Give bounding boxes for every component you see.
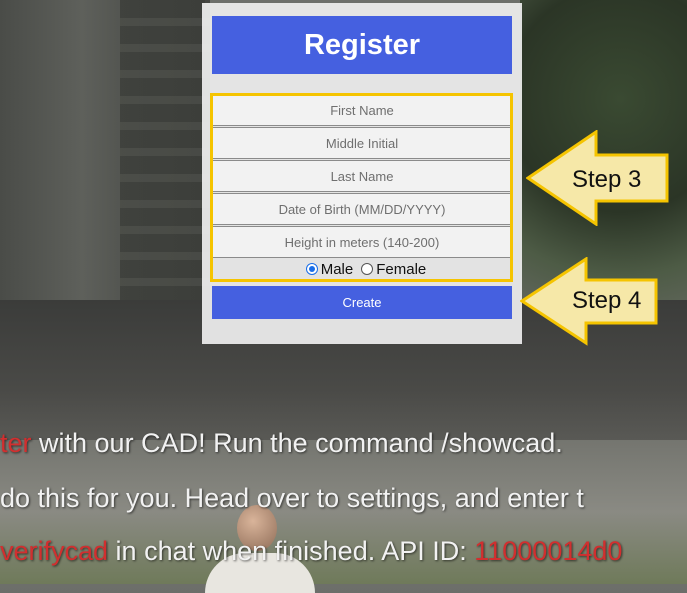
gender-male-label: Male bbox=[320, 260, 354, 278]
chat-line-3-text: in chat when finished. API ID: bbox=[108, 536, 475, 566]
first-name-field[interactable]: First Name bbox=[212, 94, 512, 126]
height-field[interactable]: Height in meters (140-200) bbox=[212, 226, 512, 258]
chat-line-3: verifycad in chat when finished. API ID:… bbox=[0, 536, 622, 567]
background-building-windows bbox=[120, 0, 210, 330]
chat-line-3-api-id: 11000014d0 bbox=[474, 536, 623, 566]
gender-male-radio[interactable] bbox=[305, 263, 318, 275]
chat-line-3-command: verifycad bbox=[0, 536, 109, 566]
chat-line-1: ter with our CAD! Run the command /showc… bbox=[0, 428, 563, 459]
step4-label: Step 4 bbox=[572, 287, 642, 314]
date-of-birth-field[interactable]: Date of Birth (MM/DD/YYYY) bbox=[212, 193, 512, 225]
gender-female-label: Female bbox=[376, 260, 427, 278]
register-panel: Register First Name Middle Initial Last … bbox=[202, 3, 522, 344]
create-button[interactable]: Create bbox=[212, 286, 512, 319]
chat-line-1-text: with our CAD! Run the command /showcad. bbox=[31, 428, 563, 458]
chat-line-2-text: do this for you. Head over to settings, … bbox=[0, 483, 584, 513]
last-name-field[interactable]: Last Name bbox=[212, 160, 512, 192]
register-title: Register bbox=[212, 16, 512, 74]
step3-label: Step 3 bbox=[572, 166, 642, 193]
gender-female-radio[interactable] bbox=[361, 263, 374, 275]
chat-line-1-highlight: ter bbox=[0, 428, 32, 458]
middle-initial-field[interactable]: Middle Initial bbox=[212, 127, 512, 159]
chat-line-2: do this for you. Head over to settings, … bbox=[0, 483, 584, 514]
gender-selector: Male Female bbox=[212, 258, 512, 280]
